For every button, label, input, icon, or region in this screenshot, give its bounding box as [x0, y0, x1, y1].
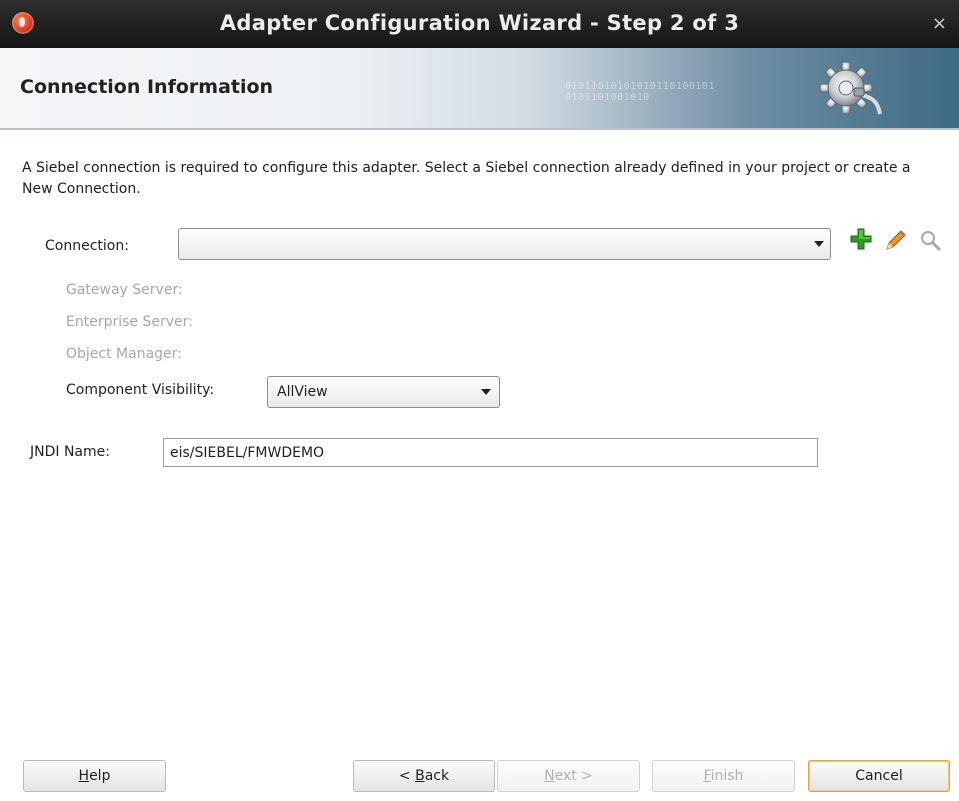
close-icon[interactable]: × — [932, 13, 947, 34]
cancel-button[interactable]: Cancel — [808, 760, 950, 792]
magnifier-icon[interactable] — [918, 228, 942, 252]
window-titlebar: Adapter Configuration Wizard - Step 2 of… — [0, 0, 959, 48]
pencil-icon[interactable] — [884, 228, 908, 252]
component-visibility-label: Component Visibility: — [66, 382, 215, 398]
connection-dropdown[interactable] — [178, 228, 831, 260]
finish-button[interactable]: Finish — [652, 760, 795, 792]
component-visibility-dropdown[interactable]: AllView — [267, 376, 500, 408]
page-header-banner: Connection Information 01011010101010110… — [0, 48, 959, 130]
page-title: Connection Information — [20, 76, 274, 98]
help-button[interactable]: Help — [23, 760, 166, 792]
window-title: Adapter Configuration Wizard - Step 2 of… — [219, 11, 740, 35]
description-text: A Siebel connection is required to confi… — [22, 160, 911, 197]
plus-icon[interactable] — [849, 227, 873, 251]
gear-plug-icon — [819, 61, 882, 115]
chevron-down-icon — [481, 389, 491, 395]
binary-decoration: 01011010101010110100101 0101101001010 — [565, 81, 715, 103]
jndi-name-field[interactable] — [163, 438, 818, 467]
component-visibility-value: AllView — [277, 384, 328, 400]
object-manager-label: Object Manager: — [66, 346, 182, 362]
next-button[interactable]: Next > — [497, 760, 640, 792]
jndi-name-label: JNDI Name: — [30, 444, 110, 460]
jndi-name-input[interactable] — [164, 439, 817, 466]
gateway-server-label: Gateway Server: — [66, 282, 183, 298]
connection-label: Connection: — [45, 238, 129, 254]
back-button[interactable]: < Back — [353, 760, 495, 792]
enterprise-server-label: Enterprise Server: — [66, 314, 193, 330]
chevron-down-icon — [814, 241, 824, 247]
